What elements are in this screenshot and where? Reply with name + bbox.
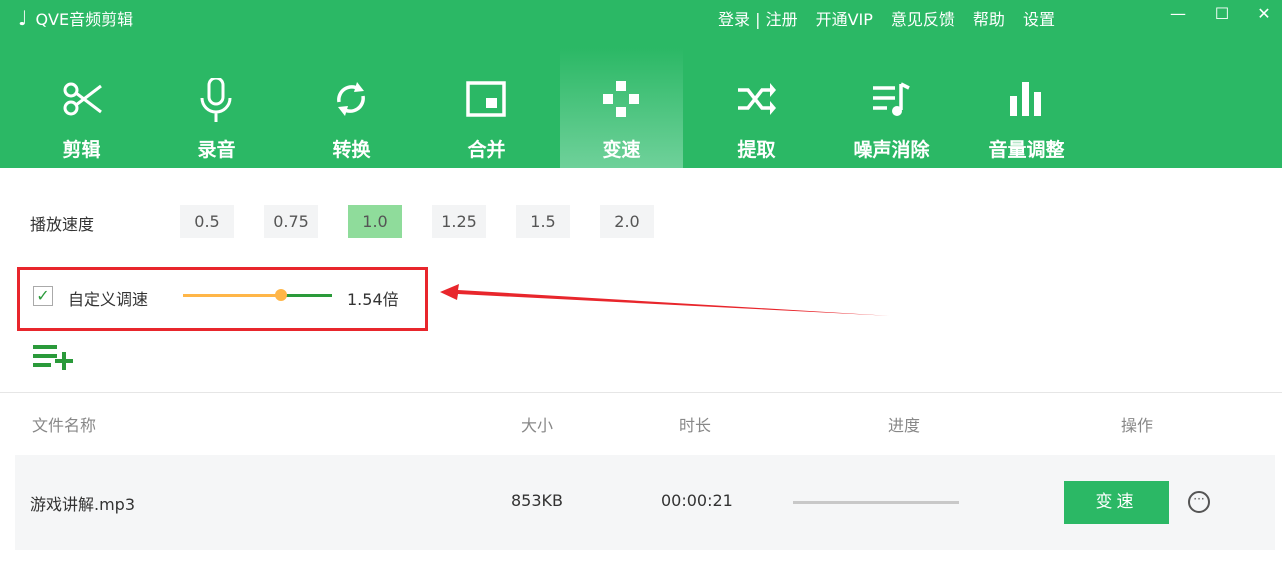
- col-duration: 时长: [679, 416, 712, 435]
- divider: [0, 392, 1282, 393]
- file-size: 853KB: [511, 491, 564, 510]
- more-options-icon[interactable]: ···: [1188, 491, 1210, 513]
- col-action: 操作: [1121, 416, 1154, 435]
- add-file-icon[interactable]: [33, 343, 77, 373]
- progress-bar: [793, 501, 959, 504]
- change-speed-button[interactable]: 变速: [1064, 481, 1169, 524]
- file-name: 游戏讲解.mp3: [30, 495, 136, 514]
- col-progress: 进度: [888, 416, 921, 435]
- col-name: 文件名称: [32, 416, 97, 435]
- file-duration: 00:00:21: [661, 491, 733, 510]
- col-size: 大小: [521, 416, 554, 435]
